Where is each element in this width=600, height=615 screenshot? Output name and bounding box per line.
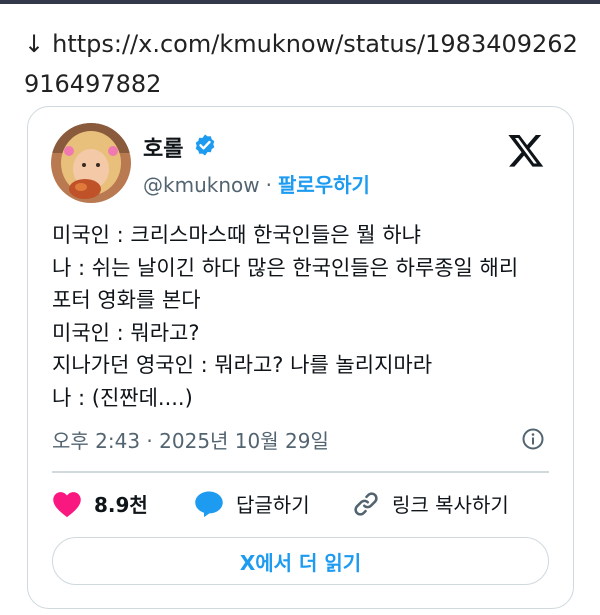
avatar[interactable] bbox=[51, 123, 131, 203]
heart-icon bbox=[53, 491, 81, 517]
reply-button[interactable]: 답글하기 bbox=[194, 489, 310, 518]
copy-link-button[interactable]: 링크 복사하기 bbox=[352, 489, 509, 518]
reply-label: 답글하기 bbox=[236, 493, 310, 517]
verified-badge-icon bbox=[195, 134, 215, 156]
user-name[interactable]: 호롤 bbox=[143, 131, 183, 163]
tweet-card: 호롤 @kmuknow · 팔로우하기 미국인 : 크리스마스때 한국인들은 뭘 하… bbox=[27, 106, 574, 609]
read-more-button[interactable]: X에서 더 읽기 bbox=[52, 537, 549, 585]
copy-link-label: 링크 복사하기 bbox=[392, 493, 509, 517]
handle-row: @kmuknow · 팔로우하기 bbox=[143, 169, 370, 198]
tweet-text: 미국인 : 크리스마스때 한국인들은 뭘 하냐 나 : 쉬는 날이긴 하다 많은… bbox=[52, 219, 552, 414]
link-icon bbox=[354, 491, 378, 516]
tweet-line: 포터 영화를 본다 bbox=[52, 288, 201, 312]
top-bar bbox=[0, 0, 600, 4]
separator-dot: · bbox=[265, 173, 272, 197]
status-url[interactable]: https://x.com/kmuknow/status/19834092629… bbox=[24, 30, 578, 98]
follow-button[interactable]: 팔로우하기 bbox=[278, 173, 370, 197]
tweet-line: 나 : (진짠데....) bbox=[52, 385, 193, 410]
tweet-line: 미국인 : 크리스마스때 한국인들은 뭘 하냐 bbox=[52, 223, 421, 247]
user-handle[interactable]: @kmuknow bbox=[143, 173, 260, 197]
down-arrow-icon: ↓ bbox=[24, 30, 45, 58]
tweet-line: 미국인 : 뭐라고? bbox=[52, 320, 200, 345]
tweet-line: 지나가던 영국인 : 뭐라고? 나를 놀리지마라 bbox=[52, 353, 433, 377]
divider bbox=[52, 471, 549, 473]
x-logo-icon[interactable] bbox=[507, 131, 545, 169]
info-icon[interactable] bbox=[521, 427, 545, 451]
tweet-line: 나 : 쉬는 날이긴 하다 많은 한국인들은 하루종일 해리 bbox=[52, 255, 519, 280]
status-link[interactable]: ↓ https://x.com/kmuknow/status/1983409262… bbox=[24, 24, 584, 104]
like-count: 8.9천 bbox=[94, 493, 148, 517]
like-button[interactable]: 8.9천 bbox=[52, 489, 148, 518]
reply-bubble-icon bbox=[195, 491, 223, 517]
timestamp[interactable]: 오후 2:43 · 2025년 10월 29일 bbox=[52, 425, 329, 454]
